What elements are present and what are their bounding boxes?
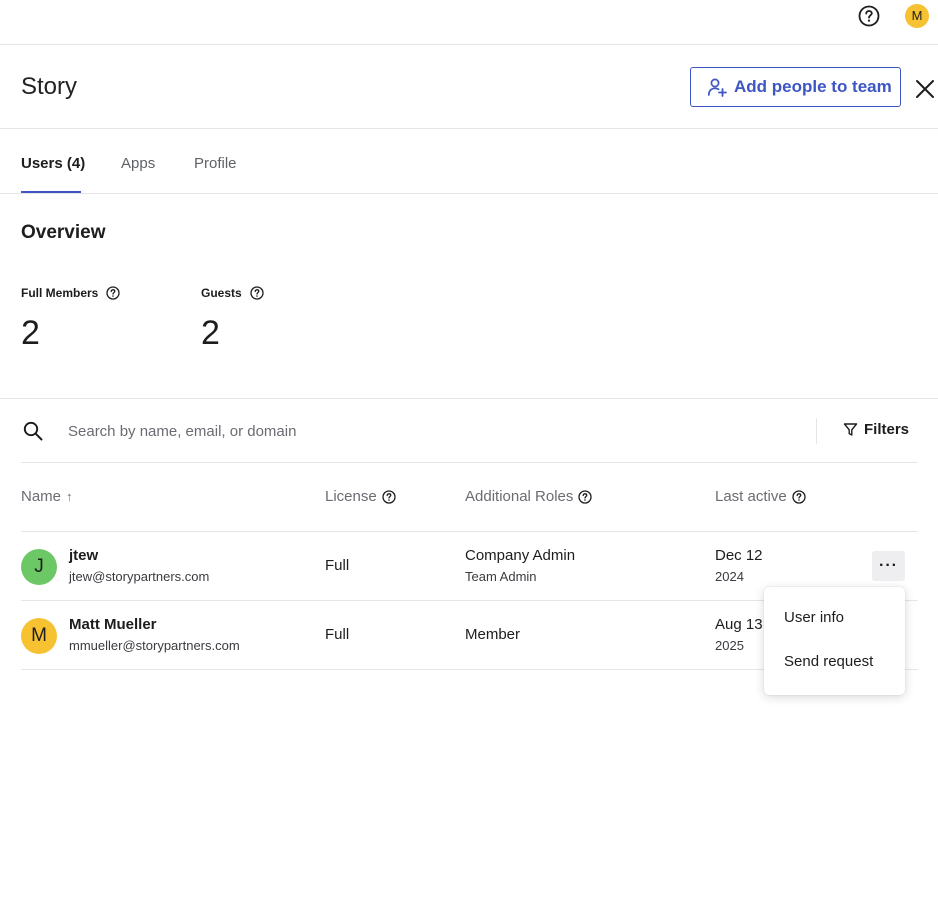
person-add-icon <box>707 78 727 97</box>
search-bar: Filters <box>21 399 918 463</box>
active-tab-indicator <box>21 191 81 193</box>
avatar: M <box>21 618 57 654</box>
full-members-value: 2 <box>21 314 40 352</box>
filter-divider <box>816 418 817 444</box>
menu-item-user-info[interactable]: User info <box>784 609 844 626</box>
help-circle-icon[interactable] <box>578 489 593 504</box>
column-roles-label: Additional Roles <box>465 488 574 505</box>
help-circle-icon[interactable] <box>106 286 121 300</box>
tab-bar: Users (4) Apps Profile <box>0 129 938 194</box>
tab-users[interactable]: Users (4) <box>21 155 85 172</box>
search-input[interactable] <box>68 419 768 443</box>
table-header: Name ↑ License Additional Roles Last act… <box>21 463 918 532</box>
tab-apps[interactable]: Apps <box>121 155 155 172</box>
column-additional-roles: Additional Roles <box>465 488 593 505</box>
add-people-label: Add people to team <box>734 77 892 96</box>
role-value: Member <box>465 626 521 643</box>
team-header: Story Add people to team <box>0 45 938 129</box>
filters-button[interactable]: Filters <box>843 421 909 438</box>
guests-label-text: Guests <box>201 286 242 300</box>
column-last-active: Last active <box>715 488 806 505</box>
user-email: jtew@storypartners.com <box>69 569 210 584</box>
full-members-label-text: Full Members <box>21 286 99 300</box>
search-icon <box>23 421 43 441</box>
more-icon: ··· <box>879 557 898 574</box>
sort-arrow-icon: ↑ <box>66 489 73 504</box>
last-active-year: 2025 <box>715 638 744 653</box>
row-actions-menu: User info Send request <box>764 587 905 695</box>
guests-value: 2 <box>201 314 220 352</box>
role-value: Company Admin <box>465 547 576 564</box>
full-members-label: Full Members <box>21 286 121 300</box>
license-value: Full <box>325 557 350 574</box>
role-sub-value: Team Admin <box>465 569 537 584</box>
top-bar: M <box>0 0 938 45</box>
page-title: Story <box>21 73 78 100</box>
user-name: jtew <box>69 547 99 564</box>
column-last-active-label: Last active <box>715 488 787 505</box>
user-name: Matt Mueller <box>69 616 157 633</box>
close-icon[interactable] <box>914 78 936 100</box>
license-value: Full <box>325 626 350 643</box>
user-avatar[interactable]: M <box>905 4 929 28</box>
filter-icon <box>843 423 858 436</box>
column-license: License <box>325 488 396 505</box>
last-active-date: Dec 12 <box>715 547 763 564</box>
last-active-date: Aug 13 <box>715 616 763 633</box>
last-active-year: 2024 <box>715 569 744 584</box>
help-circle-icon[interactable] <box>792 489 806 504</box>
menu-item-send-request[interactable]: Send request <box>784 653 873 670</box>
add-people-button[interactable]: Add people to team <box>690 67 901 107</box>
help-circle-icon[interactable] <box>250 286 264 300</box>
avatar: J <box>21 549 57 585</box>
help-icon[interactable] <box>858 5 880 27</box>
overview-title: Overview <box>21 222 106 243</box>
help-circle-icon[interactable] <box>382 489 396 504</box>
column-name-label: Name <box>21 488 62 505</box>
more-options-button[interactable]: ··· <box>872 551 905 581</box>
filters-label: Filters <box>864 421 910 438</box>
user-email: mmueller@storypartners.com <box>69 638 240 653</box>
column-name[interactable]: Name ↑ <box>21 488 73 505</box>
column-license-label: License <box>325 488 377 505</box>
tab-profile[interactable]: Profile <box>194 155 237 172</box>
guests-label: Guests <box>201 286 264 300</box>
